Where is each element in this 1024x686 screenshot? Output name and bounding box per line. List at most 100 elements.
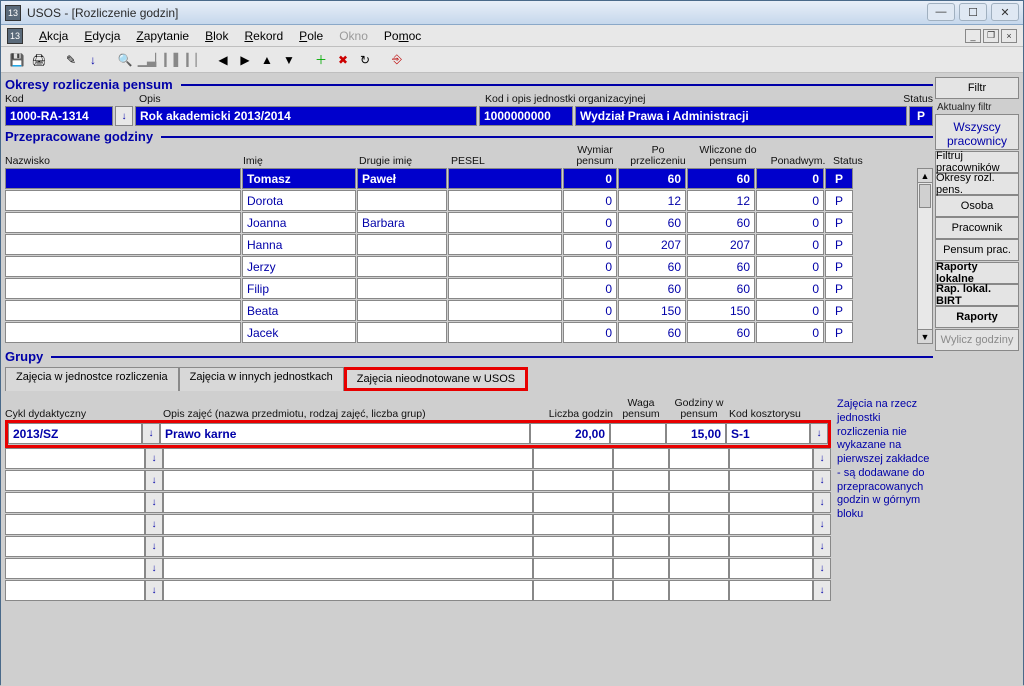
empty-row[interactable]: ↓↓	[5, 558, 831, 580]
cell-wlicz[interactable]: 60	[687, 212, 755, 233]
sidebar-button[interactable]: Pensum prac.	[935, 239, 1019, 261]
tab-zajecia-inne[interactable]: Zajęcia w innych jednostkach	[179, 367, 344, 391]
lov-button[interactable]: ↓	[145, 536, 163, 557]
sidebar-button[interactable]: Filtruj pracowników	[935, 151, 1019, 173]
lov-kodk-button[interactable]: ↓	[810, 423, 828, 444]
lov-cykl-button[interactable]: ↓	[142, 423, 160, 444]
cell-ponad[interactable]: 0	[756, 234, 824, 255]
cell-wymiar[interactable]: 0	[563, 234, 617, 255]
cell-pesel[interactable]	[448, 300, 562, 321]
cell-status[interactable]: P	[825, 256, 853, 277]
field-status[interactable]: P	[909, 106, 933, 126]
scroll-up-icon[interactable]: ▲	[918, 169, 932, 183]
cell-ponad[interactable]: 0	[756, 190, 824, 211]
save-icon[interactable]: 💾	[7, 50, 27, 70]
empty-row[interactable]: ↓↓	[5, 536, 831, 558]
cell-ponad[interactable]: 0	[756, 322, 824, 343]
table-scrollbar[interactable]: ▲ ▼	[917, 168, 933, 344]
menu-blok[interactable]: Blok	[205, 29, 228, 43]
sidebar-button[interactable]: Raporty lokalne	[935, 262, 1019, 284]
sidebar-button[interactable]: Pracownik	[935, 217, 1019, 239]
table-row[interactable]: Beata01501500P	[5, 300, 917, 322]
cell-imie[interactable]: Jerzy	[242, 256, 356, 277]
edit-icon[interactable]: ✎	[61, 50, 81, 70]
cell-nazwisko[interactable]	[5, 234, 241, 255]
cell-nazwisko[interactable]	[5, 168, 241, 189]
sidebar-button[interactable]: Okresy rozl. pens.	[935, 173, 1019, 195]
mdi-restore[interactable]: ❐	[983, 29, 999, 43]
refresh-icon[interactable]: ↻	[355, 50, 375, 70]
cell-status[interactable]: P	[825, 278, 853, 299]
cell-ponad[interactable]: 0	[756, 278, 824, 299]
cell-wymiar[interactable]: 0	[563, 168, 617, 189]
cell-status[interactable]: P	[825, 190, 853, 211]
table-row[interactable]: TomaszPaweł060600P	[5, 168, 917, 190]
lov-button[interactable]: ↓	[813, 536, 831, 557]
cell-imie[interactable]: Joanna	[242, 212, 356, 233]
cell-po[interactable]: 60	[618, 322, 686, 343]
nav-prev-icon[interactable]: ▶	[235, 50, 255, 70]
cell-nazwisko[interactable]	[5, 300, 241, 321]
minimize-button[interactable]: —	[927, 3, 955, 21]
cell-po[interactable]: 60	[618, 212, 686, 233]
lov-button[interactable]: ↓	[813, 492, 831, 513]
cell-ponad[interactable]: 0	[756, 256, 824, 277]
empty-row[interactable]: ↓↓	[5, 492, 831, 514]
cell-wlicz[interactable]: 150	[687, 300, 755, 321]
cell-drugie[interactable]	[357, 190, 447, 211]
empty-row[interactable]: ↓↓	[5, 448, 831, 470]
lov-button[interactable]: ↓	[145, 558, 163, 579]
mdi-close[interactable]: ×	[1001, 29, 1017, 43]
menu-akcja[interactable]: Akcja	[39, 29, 68, 43]
cell-pesel[interactable]	[448, 256, 562, 277]
cell-po[interactable]: 60	[618, 256, 686, 277]
cell-drugie[interactable]	[357, 234, 447, 255]
tab-zajecia-nieodnotowane[interactable]: Zajęcia nieodnotowane w USOS	[344, 367, 528, 391]
filtr-button[interactable]: Filtr	[935, 77, 1019, 99]
empty-row[interactable]: ↓↓	[5, 580, 831, 602]
cell-ponad[interactable]: 0	[756, 168, 824, 189]
cell-po[interactable]: 60	[618, 168, 686, 189]
exit-icon[interactable]: ⎆	[387, 50, 407, 70]
cell-po[interactable]: 207	[618, 234, 686, 255]
cell-status[interactable]: P	[825, 300, 853, 321]
scroll-thumb[interactable]	[919, 184, 931, 208]
cell-nazwisko[interactable]	[5, 322, 241, 343]
lov-button[interactable]: ↓	[145, 580, 163, 601]
mdi-minimize[interactable]: _	[965, 29, 981, 43]
cell-pesel[interactable]	[448, 278, 562, 299]
chart-icon[interactable]: ▁▃	[137, 50, 157, 70]
nav-up-icon[interactable]: ▲	[257, 50, 277, 70]
cell-imie[interactable]: Tomasz	[242, 168, 356, 189]
cell-pesel[interactable]	[448, 234, 562, 255]
cell-cykl[interactable]: 2013/SZ	[8, 423, 142, 444]
menu-pomoc[interactable]: Pomoc	[384, 29, 421, 43]
table-row[interactable]: JoannaBarbara060600P	[5, 212, 917, 234]
cell-godz[interactable]: 15,00	[666, 423, 726, 444]
cell-po[interactable]: 150	[618, 300, 686, 321]
cell-pesel[interactable]	[448, 168, 562, 189]
cell-wlicz[interactable]: 207	[687, 234, 755, 255]
cell-nazwisko[interactable]	[5, 190, 241, 211]
cell-kod[interactable]: S-1	[726, 423, 810, 444]
lov-button[interactable]: ↓	[813, 448, 831, 469]
empty-row[interactable]: ↓↓	[5, 470, 831, 492]
cell-drugie[interactable]: Barbara	[357, 212, 447, 233]
table-row[interactable]: Jacek060600P	[5, 322, 917, 344]
print-icon[interactable]: 🖨	[29, 50, 49, 70]
cell-liczba[interactable]: 20,00	[530, 423, 610, 444]
cell-wymiar[interactable]: 0	[563, 212, 617, 233]
cell-wymiar[interactable]: 0	[563, 322, 617, 343]
table-row[interactable]: Jerzy060600P	[5, 256, 917, 278]
lov-button[interactable]: ↓	[145, 448, 163, 469]
search-icon[interactable]: 🔍	[115, 50, 135, 70]
lov-button[interactable]: ↓	[813, 580, 831, 601]
lov-button[interactable]: ↓	[145, 492, 163, 513]
cell-pesel[interactable]	[448, 212, 562, 233]
down-arrow-icon[interactable]: ↓	[83, 50, 103, 70]
cell-drugie[interactable]	[357, 322, 447, 343]
lov-button[interactable]: ↓	[813, 470, 831, 491]
cell-imie[interactable]: Filip	[242, 278, 356, 299]
chart2-icon[interactable]: ▏▎▍	[159, 50, 179, 70]
tab-zajecia-jednostka[interactable]: Zajęcia w jednostce rozliczenia	[5, 367, 179, 391]
